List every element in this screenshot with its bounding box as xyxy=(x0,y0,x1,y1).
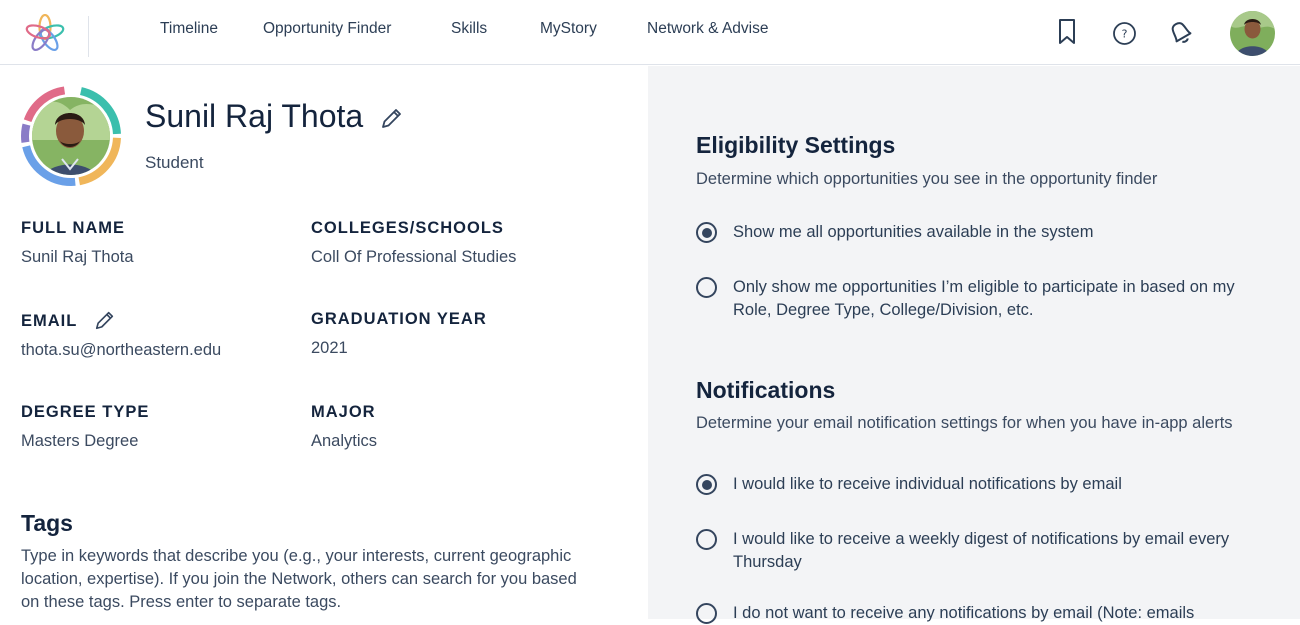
graduation-year-label: GRADUATION YEAR xyxy=(311,310,487,328)
tags-description: Type in keywords that describe you (e.g.… xyxy=(21,547,577,611)
radio-label: Show me all opportunities available in t… xyxy=(733,223,1094,241)
profile-role: Student xyxy=(145,153,204,172)
bell-icon[interactable] xyxy=(1167,18,1195,48)
logo-icon[interactable] xyxy=(25,14,65,54)
email-label: EMAIL xyxy=(21,312,78,330)
top-navigation-bar: Timeline Opportunity Finder Skills MySto… xyxy=(0,0,1300,65)
major-label: MAJOR xyxy=(311,403,376,421)
radio-label: I would like to receive a weekly digest … xyxy=(733,530,1230,571)
nav-network-advise[interactable]: Network & Advise xyxy=(647,20,768,38)
profile-name: Sunil Raj Thota xyxy=(145,98,364,134)
settings-panel: Eligibility Settings Determine which opp… xyxy=(648,66,1300,624)
profile-panel: Sunil Raj Thota Student FULL NAME Sunil … xyxy=(0,66,648,619)
full-name-label: FULL NAME xyxy=(21,219,126,237)
graduation-year-value: 2021 xyxy=(311,339,348,357)
eligibility-settings-heading: Eligibility Settings xyxy=(696,132,896,158)
full-name-value: Sunil Raj Thota xyxy=(21,248,134,266)
nav-timeline[interactable]: Timeline xyxy=(160,20,218,38)
nav-opportunity-finder[interactable]: Opportunity Finder xyxy=(263,20,391,38)
bookmark-icon[interactable] xyxy=(1057,18,1077,46)
notifications-description: Determine your email notification settin… xyxy=(696,414,1233,432)
svg-text:?: ? xyxy=(1122,28,1128,41)
radio-button-checked[interactable] xyxy=(696,474,717,495)
degree-type-value: Masters Degree xyxy=(21,432,139,450)
major-value: Analytics xyxy=(311,432,378,450)
nav-mystory[interactable]: MyStory xyxy=(540,20,597,38)
notifications-heading: Notifications xyxy=(696,377,836,403)
radio-label: I do not want to receive any notificatio… xyxy=(733,604,1195,622)
help-icon[interactable]: ? xyxy=(1112,21,1137,46)
edit-email-pencil-icon[interactable] xyxy=(94,309,116,331)
radio-button[interactable] xyxy=(696,603,717,624)
colleges-value: Coll Of Professional Studies xyxy=(311,248,517,266)
radio-button[interactable] xyxy=(696,529,717,550)
radio-label: I would like to receive individual notif… xyxy=(733,475,1122,493)
degree-type-label: DEGREE TYPE xyxy=(21,403,150,421)
eligibility-settings-description: Determine which opportunities you see in… xyxy=(696,170,1158,188)
logo-divider xyxy=(88,16,89,57)
edit-name-pencil-icon[interactable] xyxy=(380,106,404,130)
avatar-photo-icon xyxy=(1230,11,1275,56)
user-avatar-button[interactable] xyxy=(1230,11,1275,56)
radio-button[interactable] xyxy=(696,277,717,298)
nav-skills[interactable]: Skills xyxy=(451,20,487,38)
tags-heading: Tags xyxy=(21,510,73,536)
email-value: thota.su@northeastern.edu xyxy=(21,341,222,359)
profile-photo[interactable] xyxy=(20,85,122,187)
colleges-label: COLLEGES/SCHOOLS xyxy=(311,219,504,237)
radio-label: Only show me opportunities I’m eligible … xyxy=(733,278,1235,319)
radio-button-checked[interactable] xyxy=(696,222,717,243)
